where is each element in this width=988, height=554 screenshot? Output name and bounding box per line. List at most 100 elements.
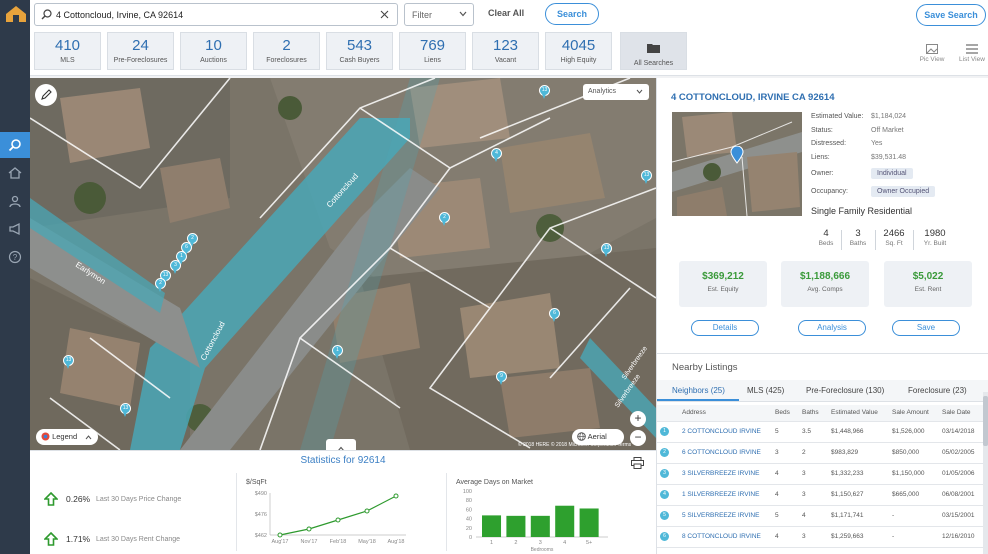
map-pin[interactable]: 13 [601,243,612,257]
map-pin[interactable]: 13 [539,85,550,99]
help-nav-button[interactable]: ? [0,244,30,270]
list-view-button[interactable]: List View [957,44,987,63]
save-button[interactable]: Save [892,320,960,336]
y-tick-label: 40 [466,517,472,523]
tile-pre-foreclosures[interactable]: 24 Pre-Foreclosures [107,32,174,70]
folder-icon [647,44,660,53]
col-address[interactable]: Address [679,405,772,422]
row-address[interactable]: 5 SILVERBREEZE IRVINE [679,505,772,527]
map-pin[interactable]: 2 [155,278,166,292]
table-row[interactable]: 1 2 COTTONCLOUD IRVINE 5 3.5 $1,448,966 $1,52… [657,421,987,443]
map-pin[interactable]: 13 [641,170,652,184]
fact-label: Beds [818,240,834,247]
tile-liens[interactable]: 769 Liens [399,32,466,70]
filter-dropdown[interactable]: Filter [404,3,474,26]
marketing-nav-button[interactable] [0,216,30,242]
chevron-down-icon [459,11,467,17]
row-value: $1,448,966 [828,421,889,443]
row-date: 01/05/2006 [939,463,987,485]
table-row[interactable]: 26 COTTONCLOUD IRVINE 3 2 $983,829 $850,000 0… [657,442,987,464]
field-key: Occupancy: [811,188,848,195]
tab-mls[interactable]: MLS (425) [747,386,784,395]
details-button[interactable]: Details [691,320,759,336]
analytics-dropdown[interactable]: Analytics [583,84,649,100]
map-pin[interactable]: 2 [439,212,450,226]
row-address[interactable]: 3 SILVERBREEZE IRVINE [679,463,772,485]
search-button[interactable]: Search [545,3,599,25]
chevron-up-icon [85,435,92,440]
row-baths: 3 [799,484,828,506]
field-status: Status: Off Market [811,127,904,134]
search-nav-button[interactable] [0,132,30,158]
row-address[interactable]: 2 COTTONCLOUD IRVINE [679,421,772,443]
col-beds[interactable]: Beds [772,405,799,422]
row-number: 6 [660,532,669,541]
row-beds: 4 [772,484,799,506]
col-baths[interactable]: Baths [799,405,828,422]
row-baths: 2 [799,442,828,464]
bar-chart-svg: 0 20 40 60 80 100 1 2 3 4 5+ Bedrooms [463,489,608,553]
tile-auctions[interactable]: 10 Auctions [180,32,247,70]
table-row[interactable]: 6 8 COTTONCLOUD IRVINE 4 3 $1,259,663-12/16/… [657,526,987,548]
money-value: $5,022 [912,271,944,282]
col-sale-amount[interactable]: Sale Amount [889,405,939,422]
row-address[interactable]: 1 SILVERBREEZE IRVINE [679,484,772,506]
tile-value: 410 [54,37,81,54]
map-pin[interactable]: 6 [549,308,560,322]
bar [579,508,599,537]
table-row[interactable]: 55 SILVERBREEZE IRVINE 5 4 $1,171,741-03/15… [657,505,987,527]
table-row[interactable]: 33 SILVERBREEZE IRVINE 4 3 $1,332,233 $1,150… [657,463,987,485]
row-address[interactable]: 8 COTTONCLOUD IRVINE [679,526,772,548]
map-pin[interactable]: 13 [63,355,74,369]
tile-label: Cash Buyers [339,57,380,64]
map-pin[interactable]: 13 [120,403,131,417]
tile-vacant[interactable]: 123 Vacant [472,32,539,70]
tile-all-searches[interactable]: All Searches [620,32,687,70]
map-pin[interactable]: 4 [491,148,502,162]
row-sale: $1,150,000 [889,463,939,485]
tab-foreclosure[interactable]: Foreclosure (23) [908,386,967,395]
save-search-button[interactable]: Save Search [916,4,986,26]
close-icon[interactable] [380,10,389,19]
row-beds: 4 [772,463,799,485]
zoom-in-button[interactable]: + [630,411,646,427]
chevron-down-icon [636,89,643,94]
tab-neighbors[interactable]: Neighbors (25) [672,386,725,395]
legend-toggle[interactable]: Legend [36,429,98,445]
tile-cash-buyers[interactable]: 543 Cash Buyers [326,32,393,70]
table-row[interactable]: 41 SILVERBREEZE IRVINE 4 3 $1,150,627 $665,0… [657,484,987,506]
map-pin[interactable]: 3 [170,260,181,274]
tile-foreclosures[interactable]: 2 Foreclosures [253,32,320,70]
nearby-scrollbar[interactable] [983,392,988,554]
col-estimated-value[interactable]: Estimated Value [828,405,889,422]
address-search-input[interactable] [52,9,380,20]
expand-stats-button[interactable] [326,439,356,450]
col-sale-date[interactable]: Sale Date [939,405,987,422]
pic-view-button[interactable]: Pic View [917,44,947,63]
scrollbar-thumb[interactable] [983,396,988,446]
row-beds: 4 [772,526,799,548]
x-tick-label: 3 [539,540,542,546]
tab-pre-foreclosure[interactable]: Pre-Foreclosure (130) [806,386,884,395]
zoom-out-button[interactable]: − [630,430,646,446]
tile-value: 769 [419,37,446,54]
map-pin[interactable]: 1 [332,345,343,359]
field-key: Estimated Value: [811,113,864,120]
y-tick-label: 20 [466,526,472,532]
map-view[interactable]: Cottoncloud Cottoncloud Earlymon Silverb… [30,78,656,450]
tile-mls[interactable]: 410 MLS [34,32,101,70]
map-pin[interactable]: 9 [496,371,507,385]
bar [506,515,526,537]
draw-tool-button[interactable] [35,84,57,106]
nearby-tabs: Neighbors (25) MLS (425) Pre-Foreclosure… [657,380,988,402]
field-value: $1,184,024 [871,113,907,120]
analysis-button[interactable]: Analysis [798,320,866,336]
properties-nav-button[interactable] [0,160,30,186]
tile-high-equity[interactable]: 4045 High Equity [545,32,612,70]
user-nav-button[interactable] [0,188,30,214]
clear-all-button[interactable]: Clear All [488,8,524,18]
rent-change-pct: 1.71% [66,534,91,544]
print-icon[interactable] [631,457,644,469]
row-address[interactable]: 6 COTTONCLOUD IRVINE [679,442,772,464]
bar [530,515,550,537]
